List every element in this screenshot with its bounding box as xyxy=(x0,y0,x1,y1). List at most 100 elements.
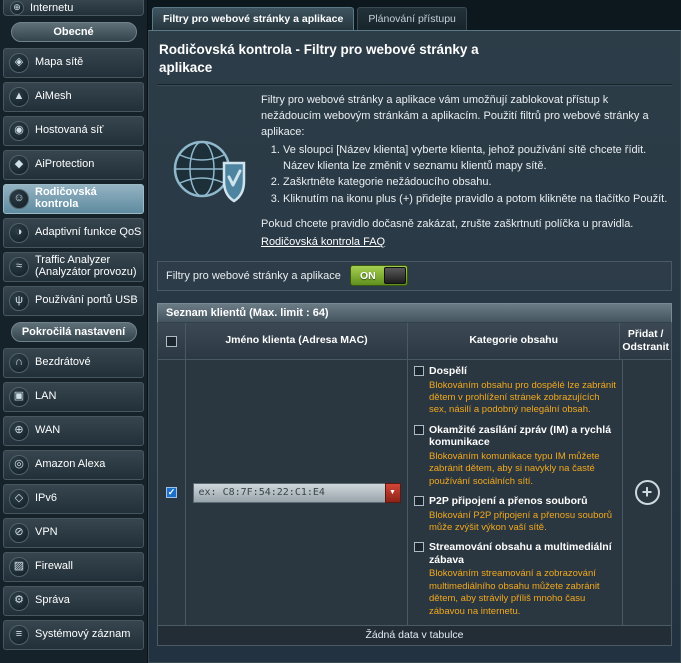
sidebar-item-wan[interactable]: ⊕ WAN xyxy=(3,416,144,446)
sidebar-item-label: Správa xyxy=(35,595,70,607)
category-streaming: Streamování obsahu a multimediální zábav… xyxy=(414,541,616,618)
title-divider xyxy=(157,84,672,85)
filter-toggle-row: Filtry pro webové stránky a aplikace ON xyxy=(157,261,672,291)
column-header-client-name: Jméno klienta (Adresa MAC) xyxy=(186,323,408,359)
instruction-list: Ve sloupci [Název klienta] vyberte klien… xyxy=(261,143,670,207)
toggle-state-text: ON xyxy=(360,270,376,282)
sidebar-item-label: Systémový záznam xyxy=(35,629,130,641)
aiprotection-icon: ◆ xyxy=(9,155,29,175)
category-description: Blokováním streamování a zobrazování mul… xyxy=(429,568,616,617)
intro-text: Filtry pro webové stránky a aplikace vám… xyxy=(261,93,672,250)
sidebar-item-label: Amazon Alexa xyxy=(35,459,105,471)
sidebar-item-label: AiProtection xyxy=(35,159,94,171)
sidebar-item-label: AiMesh xyxy=(35,91,72,103)
sidebar-item-wireless[interactable]: ∩ Bezdrátové xyxy=(3,348,144,378)
category-description: Blokováním komunikace typu IM můžete zab… xyxy=(429,451,616,488)
sidebar-section-general: Obecné xyxy=(11,22,137,42)
faq-link[interactable]: Rodičovská kontrola FAQ xyxy=(261,235,385,251)
filter-toggle-label: Filtry pro webové stránky a aplikace xyxy=(158,270,350,282)
sidebar-item-internet[interactable]: ⊕ Internetu xyxy=(3,0,144,16)
sidebar-item-label: LAN xyxy=(35,391,56,403)
wireless-icon: ∩ xyxy=(9,353,29,373)
content-categories: Dospělí Blokováním obsahu pro dospělé lz… xyxy=(408,360,623,625)
parental-control-icon: ☺ xyxy=(9,189,29,209)
sidebar-item-network-map[interactable]: ◈ Mapa sítě xyxy=(3,48,144,78)
rule-enabled-checkbox[interactable]: ✓ xyxy=(166,487,177,498)
category-adult: Dospělí Blokováním obsahu pro dospělé lz… xyxy=(414,365,616,417)
web-filter-globe-shield-icon xyxy=(157,93,261,250)
sidebar-item-administration[interactable]: ⚙ Správa xyxy=(3,586,144,616)
qos-icon: ◑ xyxy=(9,223,29,243)
log-icon: ≡ xyxy=(9,625,29,645)
instruction-step: Ve sloupci [Název klienta] vyberte klien… xyxy=(283,143,670,174)
traffic-analyzer-icon: ≈ xyxy=(9,257,29,277)
category-label: Okamžité zasílání zpráv (IM) a rychlá ko… xyxy=(429,424,616,449)
guest-network-icon: ◉ xyxy=(9,121,29,141)
sidebar-item-parental-control[interactable]: ☺ Rodičovská kontrola xyxy=(3,184,144,214)
network-map-icon: ◈ xyxy=(9,53,29,73)
tab-bar: Filtry pro webové stránky a aplikace Plá… xyxy=(148,0,681,30)
empty-table-message: Žádná data v tabulce xyxy=(158,625,671,645)
category-instant-messaging: Okamžité zasílání zpráv (IM) a rychlá ko… xyxy=(414,424,616,488)
client-dropdown-button[interactable]: ▼ xyxy=(385,483,401,503)
category-description: Blokování P2P připojení a přenosu soubor… xyxy=(429,510,616,535)
add-rule-button[interactable]: + xyxy=(635,480,660,505)
lan-icon: ▣ xyxy=(9,387,29,407)
column-header-content-category: Kategorie obsahu xyxy=(408,323,620,359)
sidebar-item-ipv6[interactable]: ◇ IPv6 xyxy=(3,484,144,514)
usb-icon: ψ xyxy=(9,291,29,311)
sidebar-item-amazon-alexa[interactable]: ◎ Amazon Alexa xyxy=(3,450,144,480)
alexa-icon: ◎ xyxy=(9,455,29,475)
internet-icon: ⊕ xyxy=(10,1,24,15)
sidebar-item-traffic-analyzer[interactable]: ≈ Traffic Analyzer (Analyzátor provozu) xyxy=(3,252,144,282)
category-streaming-checkbox[interactable] xyxy=(414,542,424,552)
vpn-icon: ⊘ xyxy=(9,523,29,543)
sidebar-item-label: IPv6 xyxy=(35,493,57,505)
sidebar-item-label: Používání portů USB xyxy=(35,295,138,307)
category-p2p-checkbox[interactable] xyxy=(414,496,424,506)
sidebar-item-adaptive-qos[interactable]: ◑ Adaptivní funkce QoS xyxy=(3,218,144,248)
sidebar-item-label: VPN xyxy=(35,527,58,539)
select-all-checkbox[interactable] xyxy=(166,336,177,347)
filter-on-off-toggle[interactable]: ON xyxy=(350,265,408,286)
sidebar-item-label: WAN xyxy=(35,425,60,437)
category-label: Streamování obsahu a multimediální zábav… xyxy=(429,541,616,566)
page-title: Rodičovská kontrola - Filtry pro webové … xyxy=(157,35,537,84)
content-panel: Rodičovská kontrola - Filtry pro webové … xyxy=(148,30,681,663)
tab-access-scheduling[interactable]: Plánování přístupu xyxy=(357,7,467,30)
wan-icon: ⊕ xyxy=(9,421,29,441)
category-im-checkbox[interactable] xyxy=(414,425,424,435)
table-row: ✓ ▼ Dospělí xyxy=(158,360,671,625)
main-content: Filtry pro webové stránky a aplikace Plá… xyxy=(148,0,681,663)
table-header-row: Jméno klienta (Adresa MAC) Kategorie obs… xyxy=(158,323,671,360)
sidebar-item-vpn[interactable]: ⊘ VPN xyxy=(3,518,144,548)
category-p2p: P2P připojení a přenos souborů Blokování… xyxy=(414,495,616,534)
sidebar-item-usb[interactable]: ψ Používání portů USB xyxy=(3,286,144,316)
intro-paragraph: Filtry pro webové stránky a aplikace vám… xyxy=(261,93,670,140)
sidebar-item-label: Traffic Analyzer (Analyzátor provozu) xyxy=(35,255,143,278)
router-admin-app: ⊕ Internetu Obecné ◈ Mapa sítě ▲ AiMesh … xyxy=(0,0,681,663)
intro-section: Filtry pro webové stránky a aplikace vám… xyxy=(157,93,672,250)
tab-web-app-filters[interactable]: Filtry pro webové stránky a aplikace xyxy=(152,7,354,30)
client-mac-combobox: ▼ xyxy=(193,483,401,503)
column-header-add-remove: Přidat / Odstranit xyxy=(620,323,671,359)
client-list-table: Jméno klienta (Adresa MAC) Kategorie obs… xyxy=(157,323,672,646)
sidebar-item-aimesh[interactable]: ▲ AiMesh xyxy=(3,82,144,112)
instruction-step: Zaškrtněte kategorie nežádoucího obsahu. xyxy=(283,175,670,191)
sidebar-item-aiprotection[interactable]: ◆ AiProtection xyxy=(3,150,144,180)
category-description: Blokováním obsahu pro dospělé lze zabrán… xyxy=(429,380,616,417)
toggle-knob[interactable] xyxy=(384,267,406,284)
gear-icon: ⚙ xyxy=(9,591,29,611)
category-adult-checkbox[interactable] xyxy=(414,366,424,376)
sidebar-item-lan[interactable]: ▣ LAN xyxy=(3,382,144,412)
client-mac-input[interactable] xyxy=(193,483,385,503)
sidebar-item-system-log[interactable]: ≡ Systémový záznam xyxy=(3,620,144,650)
category-label: P2P připojení a přenos souborů xyxy=(429,495,588,508)
sidebar-item-label: Bezdrátové xyxy=(35,357,91,369)
sidebar-item-label: Internetu xyxy=(30,2,73,14)
sidebar-item-guest-network[interactable]: ◉ Hostovaná síť xyxy=(3,116,144,146)
sidebar-item-label: Hostovaná síť xyxy=(35,125,103,137)
sidebar-item-firewall[interactable]: ▨ Firewall xyxy=(3,552,144,582)
sidebar-section-advanced: Pokročilá nastavení xyxy=(11,322,137,342)
client-list-title: Seznam klientů (Max. limit : 64) xyxy=(157,303,672,323)
